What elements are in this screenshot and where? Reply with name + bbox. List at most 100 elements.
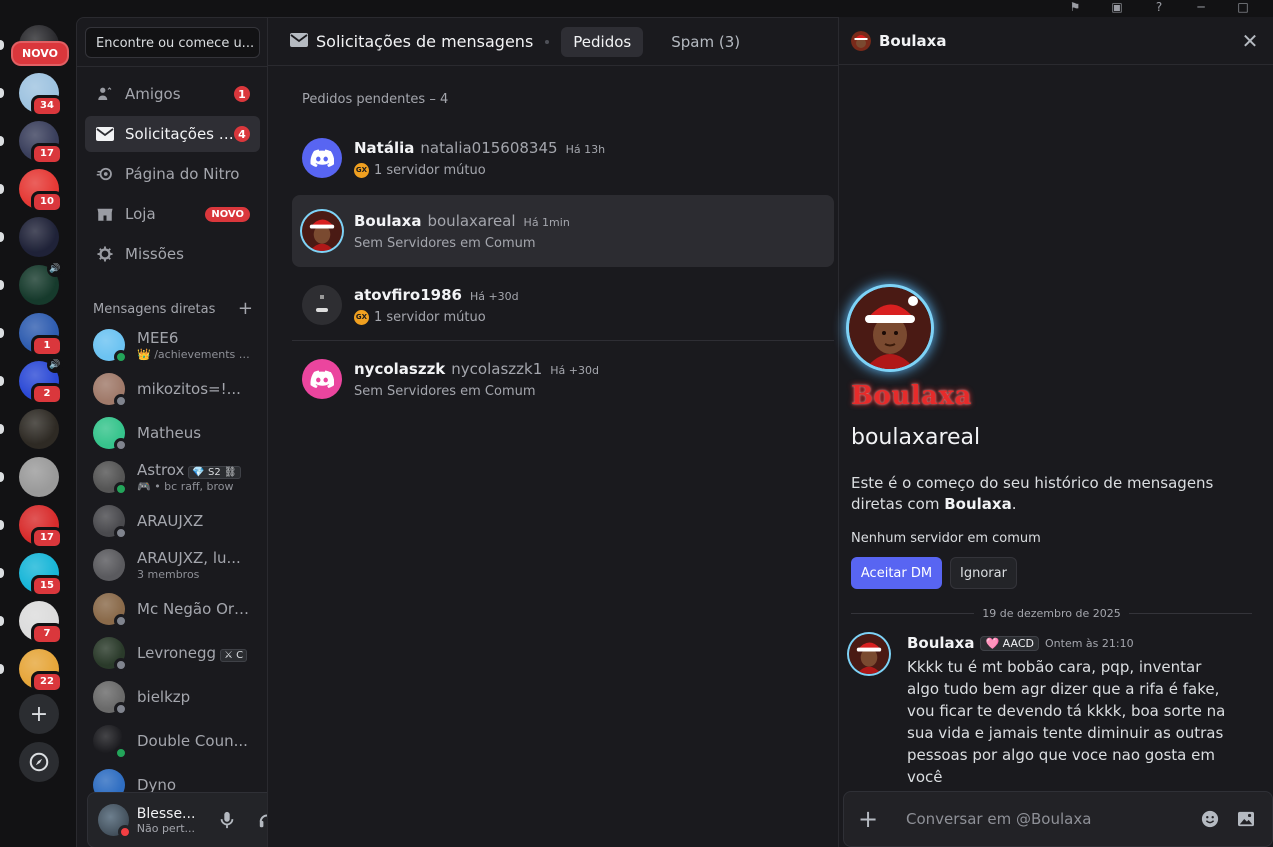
server-icon[interactable]: 2 🔊 — [0, 357, 63, 405]
mention-badge: 17 — [31, 143, 63, 165]
server-avatar — [19, 409, 59, 449]
server-icon[interactable]: 22 — [0, 649, 63, 693]
nav-shop[interactable]: Loja NOVO — [85, 196, 260, 232]
nav-quests[interactable]: Missões — [85, 236, 260, 272]
dm-list-item[interactable]: MEE6 👑 /achievements 👑 — [85, 324, 260, 366]
new-badge: NOVO — [11, 41, 69, 66]
message-request-row[interactable]: Natália natalia015608345 Há 13h GX 1 servido… — [292, 122, 834, 194]
nav-friends[interactable]: Amigos 1 — [85, 76, 260, 112]
dm-list-item[interactable]: Mc Negão Ori... — [85, 588, 260, 630]
unread-indicator — [0, 376, 4, 386]
avatar — [93, 681, 128, 716]
profile-avatar — [849, 287, 931, 369]
accept-dm-button[interactable]: Aceitar DM — [851, 557, 942, 589]
add-server-button[interactable]: + — [19, 694, 59, 734]
flag-icon[interactable]: ⚑ — [1065, 0, 1085, 14]
avatar[interactable] — [849, 634, 889, 674]
username[interactable]: Blesse... — [137, 806, 204, 822]
dm-name: Mc Negão Ori... — [137, 600, 252, 618]
dm-list-item[interactable]: Matheus — [85, 412, 260, 454]
nav-nitro[interactable]: Página do Nitro — [85, 156, 260, 192]
server-icon[interactable]: 15 — [0, 553, 63, 597]
new-badge: NOVO — [205, 206, 250, 222]
avatar[interactable] — [98, 804, 132, 839]
dm-name-text: Double Coun... — [137, 732, 248, 750]
status-indicator — [117, 825, 132, 839]
mutual-servers-text: 1 servidor mútuo — [374, 162, 486, 178]
server-icon[interactable]: 10 — [0, 169, 63, 213]
status-indicator — [114, 438, 128, 452]
server-icon[interactable]: 17 — [0, 505, 63, 549]
dm-list-item[interactable]: bielkzp — [85, 676, 260, 718]
server-icon[interactable]: 17 — [0, 121, 63, 165]
server-icon[interactable]: 1 — [0, 313, 63, 357]
discover-button[interactable] — [19, 742, 59, 782]
mention-badge: 15 — [31, 575, 63, 597]
server-icon[interactable] — [0, 457, 59, 497]
dm-section-header: Mensagens diretas + — [93, 300, 253, 318]
main-content: Solicitações de mensagens Pedidos Spam (… — [267, 17, 839, 847]
minimize-icon[interactable]: ─ — [1191, 0, 1211, 14]
help-icon[interactable]: ? — [1149, 0, 1169, 14]
message-input[interactable] — [906, 810, 1186, 828]
dm-list-item[interactable]: ARAUJXZ, lu... 3 membros — [85, 544, 260, 586]
request-time: Há 1min — [523, 215, 570, 229]
microphone-icon[interactable] — [210, 804, 244, 836]
status-indicator — [114, 702, 128, 716]
history-name: Boulaxa — [944, 495, 1012, 513]
emoji-icon[interactable] — [1198, 807, 1222, 831]
request-display-name: atovfiro1986 — [354, 285, 462, 304]
image-icon[interactable] — [1234, 807, 1258, 831]
tab-requests[interactable]: Pedidos — [561, 26, 644, 57]
tab-spam[interactable]: Spam (3) — [659, 27, 752, 57]
dm-header-label: Mensagens diretas — [93, 302, 216, 317]
dm-list-item[interactable]: Double Coun... — [85, 720, 260, 762]
server-icon[interactable]: 🔊 — [0, 261, 63, 305]
history-text: Este é o começo do seu histórico de mens… — [851, 473, 1251, 515]
pending-label: Pedidos pendentes – 4 — [302, 92, 449, 107]
nav-label: Amigos — [125, 85, 181, 103]
status-indicator — [114, 658, 128, 672]
server-icon[interactable]: 34 — [0, 73, 63, 117]
message-request-row[interactable]: atovfiro1986 Há +30d GX 1 servidor mútuo — [292, 269, 834, 341]
request-display-name: Natália — [354, 138, 415, 157]
envelope-icon — [95, 124, 115, 144]
server-icon[interactable] — [0, 217, 59, 257]
dm-list-item[interactable]: Levronegg ⚔ C — [85, 632, 260, 674]
unread-indicator — [0, 280, 4, 290]
create-dm-button[interactable]: + — [238, 300, 253, 318]
count-badge: 4 — [234, 126, 250, 142]
dm-name-text: Astrox — [137, 461, 185, 479]
server-icon[interactable] — [0, 409, 59, 449]
maximize-icon[interactable]: □ — [1233, 0, 1253, 14]
unread-indicator — [0, 40, 4, 50]
status-indicator — [114, 526, 128, 540]
mention-badge: 10 — [31, 191, 63, 213]
inbox-icon[interactable]: ▣ — [1107, 0, 1127, 14]
server-icon[interactable]: 7 — [0, 601, 63, 645]
message-author[interactable]: Boulaxa — [907, 634, 974, 652]
ignore-button[interactable]: Ignorar — [950, 557, 1017, 589]
dm-list-item[interactable]: ARAUJXZ — [85, 500, 260, 542]
search-input[interactable]: Encontre ou comece u... — [85, 27, 260, 58]
mutual-servers-text: 1 servidor mútuo — [374, 309, 486, 325]
nav-message-requests[interactable]: Solicitações de mensagens 4 — [85, 116, 260, 152]
date-divider: 19 de dezembro de 2025 — [851, 606, 1253, 620]
dm-list-item[interactable]: mikozitos=!... — [85, 368, 260, 410]
dm-name: ARAUJXZ, lu... — [137, 549, 252, 567]
dm-preview-panel: Boulaxa ✕ Boulaxa boulaxareal Este é o c… — [838, 17, 1273, 847]
avatar — [302, 211, 342, 251]
dm-list-item[interactable]: Astrox 💎 S2 ⛓ 🎮 • bc raff, brow — [85, 456, 260, 498]
mutual-server-icon: GX — [354, 162, 369, 178]
close-icon[interactable]: ✕ — [1238, 29, 1262, 53]
message-request-row[interactable]: Boulaxa boulaxareal Há 1min Sem Servidores … — [292, 195, 834, 267]
dm-subtext: 3 membros — [137, 568, 200, 581]
request-username: natalia015608345 — [420, 138, 558, 157]
dm-name: mikozitos=!... — [137, 380, 252, 398]
unread-indicator — [0, 328, 4, 338]
add-attachment-button[interactable]: + — [858, 805, 882, 833]
unread-indicator — [0, 472, 4, 482]
nitro-icon — [95, 164, 115, 184]
message-request-row[interactable]: nycolaszzk nycolaszzk1 Há +30d Sem Servidor… — [292, 343, 834, 415]
server-avatar — [19, 217, 59, 257]
